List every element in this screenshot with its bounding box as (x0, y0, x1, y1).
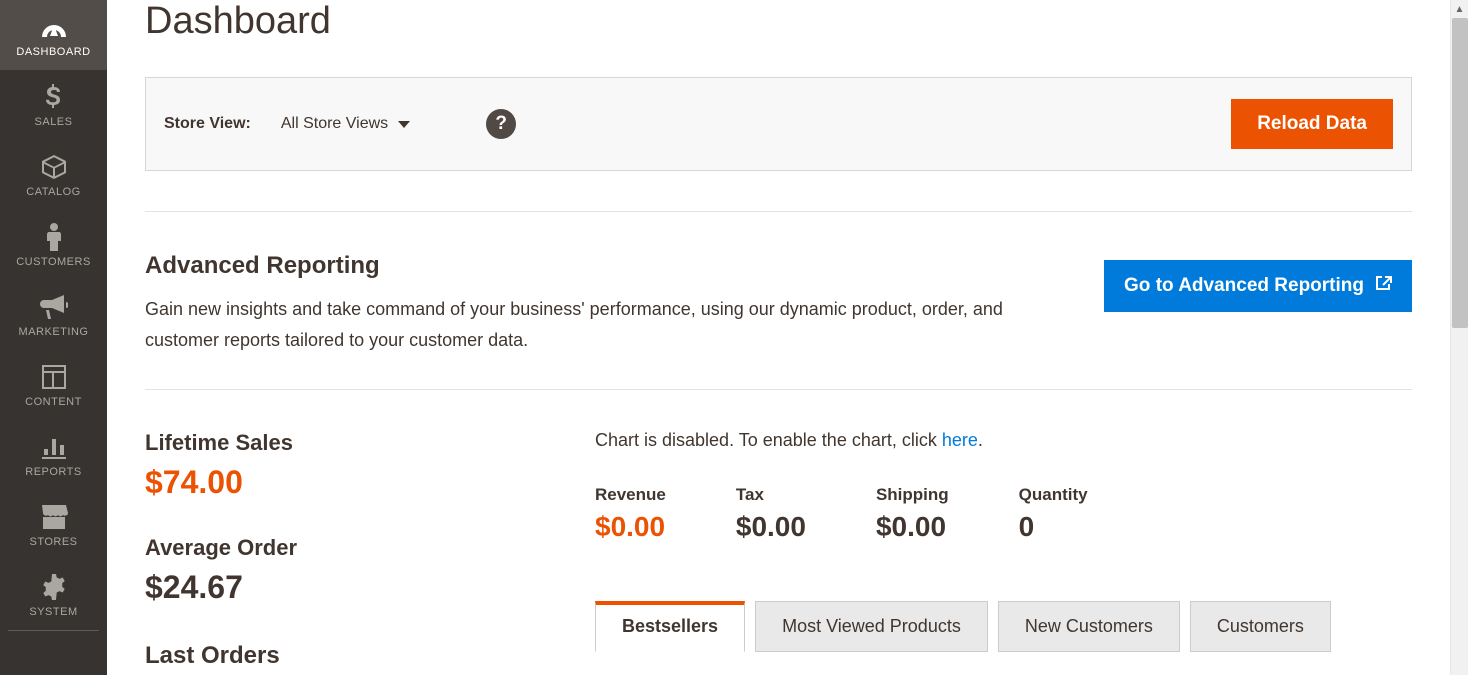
total-tax: Tax $0.00 (736, 485, 806, 543)
totals-row: Revenue $0.00 Tax $0.00 Shipping $0.00 Q… (595, 485, 1412, 543)
divider (145, 211, 1412, 212)
storefront-icon (40, 504, 68, 530)
advanced-reporting-title: Advanced Reporting (145, 252, 1045, 280)
enable-chart-link[interactable]: here (942, 430, 978, 450)
reload-data-button[interactable]: Reload Data (1231, 99, 1393, 149)
sidebar-item-label: SALES (35, 116, 73, 128)
store-view-label: Store View: (164, 115, 251, 133)
average-order-label: Average Order (145, 535, 525, 561)
sidebar-item-label: CUSTOMERS (16, 256, 91, 268)
stats-section: Lifetime Sales $74.00 Average Order $24.… (145, 430, 1412, 675)
total-quantity: Quantity 0 (1019, 485, 1088, 543)
chart-disabled-prefix: Chart is disabled. To enable the chart, … (595, 430, 942, 450)
vertical-scrollbar[interactable]: ▲ (1450, 0, 1468, 675)
quantity-value: 0 (1019, 511, 1088, 543)
revenue-value: $0.00 (595, 511, 666, 543)
main-content: Dashboard Store View: All Store Views ? … (107, 0, 1450, 675)
chart-disabled-suffix: . (978, 430, 983, 450)
sidebar-item-label: STORES (29, 536, 77, 548)
total-revenue: Revenue $0.00 (595, 485, 666, 543)
tab-most-viewed-products[interactable]: Most Viewed Products (755, 601, 988, 652)
sidebar-item-system[interactable]: SYSTEM (0, 560, 107, 630)
chevron-down-icon (398, 121, 410, 128)
sidebar-item-label: DASHBOARD (16, 46, 90, 58)
lifetime-sales-label: Lifetime Sales (145, 430, 525, 456)
sidebar-item-label: MARKETING (19, 326, 89, 338)
tax-label: Tax (736, 485, 806, 505)
sidebar-item-catalog[interactable]: CATALOG (0, 140, 107, 210)
shipping-value: $0.00 (876, 511, 949, 543)
gear-icon (41, 574, 67, 600)
sidebar-item-content[interactable]: CONTENT (0, 350, 107, 420)
store-view-left: Store View: All Store Views ? (164, 109, 516, 139)
sidebar-item-label: SYSTEM (29, 606, 77, 618)
sidebar-item-customers[interactable]: CUSTOMERS (0, 210, 107, 280)
sidebar-item-label: CATALOG (26, 186, 80, 198)
external-link-icon (1374, 274, 1392, 298)
sidebar-item-reports[interactable]: REPORTS (0, 420, 107, 490)
scroll-up-arrow-icon[interactable]: ▲ (1451, 0, 1468, 18)
tab-customers[interactable]: Customers (1190, 601, 1331, 652)
sidebar-separator (8, 630, 99, 631)
person-icon (46, 224, 62, 250)
sidebar-item-sales[interactable]: SALES (0, 70, 107, 140)
megaphone-icon (40, 294, 68, 320)
help-icon[interactable]: ? (486, 109, 516, 139)
revenue-label: Revenue (595, 485, 666, 505)
stats-right-column: Chart is disabled. To enable the chart, … (595, 430, 1412, 675)
total-shipping: Shipping $0.00 (876, 485, 949, 543)
quantity-label: Quantity (1019, 485, 1088, 505)
bar-chart-icon (42, 434, 66, 460)
layout-icon (42, 364, 66, 390)
store-view-selected: All Store Views (281, 115, 388, 133)
tax-value: $0.00 (736, 511, 806, 543)
shipping-label: Shipping (876, 485, 949, 505)
store-view-select[interactable]: All Store Views (281, 115, 410, 133)
stats-left-column: Lifetime Sales $74.00 Average Order $24.… (145, 430, 525, 675)
scroll-thumb[interactable] (1452, 18, 1468, 328)
last-orders-title: Last Orders (145, 642, 525, 670)
dashboard-icon (40, 14, 68, 40)
divider (145, 389, 1412, 390)
tab-new-customers[interactable]: New Customers (998, 601, 1180, 652)
sidebar-item-label: CONTENT (25, 396, 82, 408)
dollar-icon (45, 84, 63, 110)
go-to-advanced-reporting-button[interactable]: Go to Advanced Reporting (1104, 260, 1412, 312)
average-order-value: $24.67 (145, 569, 525, 606)
advanced-reporting-text: Advanced Reporting Gain new insights and… (145, 252, 1045, 355)
advanced-reporting-button-label: Go to Advanced Reporting (1124, 275, 1364, 297)
advanced-reporting-description: Gain new insights and take command of yo… (145, 294, 1045, 355)
box-icon (41, 154, 67, 180)
dashboard-tabs: Bestsellers Most Viewed Products New Cus… (595, 601, 1412, 652)
chart-disabled-text: Chart is disabled. To enable the chart, … (595, 430, 1412, 451)
sidebar-item-marketing[interactable]: MARKETING (0, 280, 107, 350)
tab-bestsellers[interactable]: Bestsellers (595, 601, 745, 652)
sidebar-item-dashboard[interactable]: DASHBOARD (0, 0, 107, 70)
advanced-reporting-section: Advanced Reporting Gain new insights and… (145, 252, 1412, 355)
store-view-bar: Store View: All Store Views ? Reload Dat… (145, 77, 1412, 171)
sidebar-item-stores[interactable]: STORES (0, 490, 107, 560)
page-title: Dashboard (145, 0, 1450, 43)
sidebar-item-label: REPORTS (25, 466, 81, 478)
lifetime-sales-value: $74.00 (145, 464, 525, 501)
sidebar: DASHBOARD SALES CATALOG CUSTOMERS MARKET… (0, 0, 107, 675)
